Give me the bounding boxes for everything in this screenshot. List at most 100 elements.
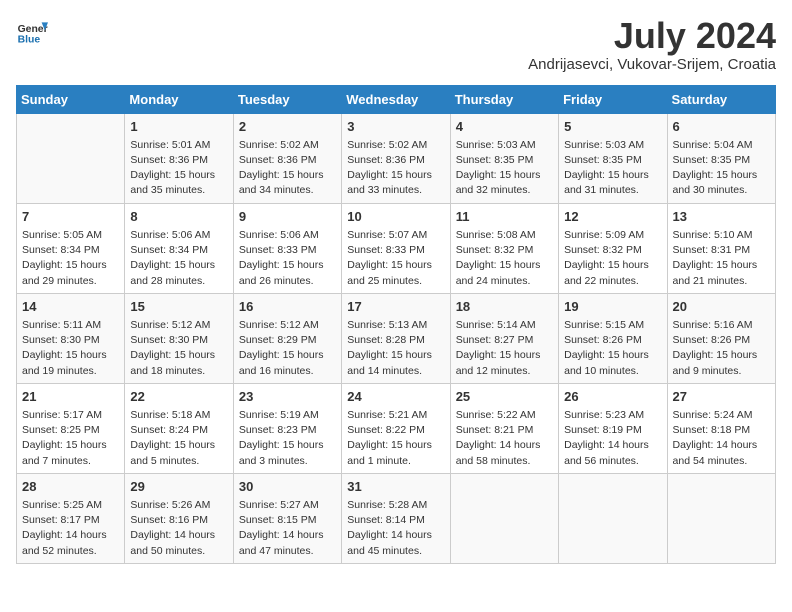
- day-info: Sunrise: 5:02 AM Sunset: 8:36 PM Dayligh…: [347, 138, 444, 199]
- calendar-cell: 27 Sunrise: 5:24 AM Sunset: 8:18 PM Dayli…: [667, 383, 775, 473]
- day-header-wednesday: Wednesday: [342, 85, 450, 113]
- calendar-cell: 23Sunrise: 5:19 AM Sunset: 8:23 PM Dayli…: [233, 383, 341, 473]
- day-info: Sunrise: 5:26 AM Sunset: 8:16 PM Dayligh…: [130, 498, 227, 559]
- day-header-monday: Monday: [125, 85, 233, 113]
- day-number: 27: [673, 388, 770, 406]
- day-info: Sunrise: 5:06 AM Sunset: 8:33 PM Dayligh…: [239, 228, 336, 289]
- day-number: 19: [564, 298, 661, 316]
- calendar-cell: 21 Sunrise: 5:17 AM Sunset: 8:25 PM Dayli…: [17, 383, 125, 473]
- day-header-sunday: Sunday: [17, 85, 125, 113]
- day-number: 22: [130, 388, 227, 406]
- day-number: 25: [456, 388, 553, 406]
- day-header-thursday: Thursday: [450, 85, 558, 113]
- calendar-cell: 3 Sunrise: 5:02 AM Sunset: 8:36 PM Daylig…: [342, 113, 450, 203]
- day-number: 4: [456, 118, 553, 136]
- day-number: 30: [239, 478, 336, 496]
- week-row-1: 7 Sunrise: 5:05 AM Sunset: 8:34 PM Daylig…: [17, 203, 776, 293]
- calendar-cell: 26 Sunrise: 5:23 AM Sunset: 8:19 PM Dayli…: [559, 383, 667, 473]
- day-number: 16: [239, 298, 336, 316]
- day-number: 15: [130, 298, 227, 316]
- day-info: Sunrise: 5:07 AM Sunset: 8:33 PM Dayligh…: [347, 228, 444, 289]
- day-info: Sunrise: 5:10 AM Sunset: 8:31 PM Dayligh…: [673, 228, 770, 289]
- day-info: Sunrise: 5:28 AM Sunset: 8:14 PM Dayligh…: [347, 498, 444, 559]
- day-info: Sunrise: 5:06 AM Sunset: 8:34 PM Dayligh…: [130, 228, 227, 289]
- calendar-cell: 16 Sunrise: 5:12 AM Sunset: 8:29 PM Dayli…: [233, 293, 341, 383]
- calendar-cell: 5 Sunrise: 5:03 AM Sunset: 8:35 PM Daylig…: [559, 113, 667, 203]
- day-info: Sunrise: 5:21 AM Sunset: 8:22 PM Dayligh…: [347, 408, 444, 469]
- day-info: Sunrise: 5:15 AM Sunset: 8:26 PM Dayligh…: [564, 318, 661, 379]
- day-info: Sunrise: 5:09 AM Sunset: 8:32 PM Dayligh…: [564, 228, 661, 289]
- day-number: 2: [239, 118, 336, 136]
- calendar-cell: 29 Sunrise: 5:26 AM Sunset: 8:16 PM Dayli…: [125, 473, 233, 563]
- day-number: 9: [239, 208, 336, 226]
- calendar-cell: [559, 473, 667, 563]
- day-info: Sunrise: 5:03 AM Sunset: 8:35 PM Dayligh…: [564, 138, 661, 199]
- calendar-cell: 13 Sunrise: 5:10 AM Sunset: 8:31 PM Dayli…: [667, 203, 775, 293]
- day-number: 7: [22, 208, 119, 226]
- day-number: 14: [22, 298, 119, 316]
- svg-text:Blue: Blue: [18, 34, 41, 45]
- week-row-0: 1 Sunrise: 5:01 AM Sunset: 8:36 PM Daylig…: [17, 113, 776, 203]
- day-info: Sunrise: 5:11 AM Sunset: 8:30 PM Dayligh…: [22, 318, 119, 379]
- calendar-cell: 7 Sunrise: 5:05 AM Sunset: 8:34 PM Daylig…: [17, 203, 125, 293]
- day-number: 1: [130, 118, 227, 136]
- page-header: General Blue July 2024 Andrijasevci, Vuk…: [16, 16, 776, 73]
- logo: General Blue: [16, 16, 48, 48]
- day-info: Sunrise: 5:02 AM Sunset: 8:36 PM Dayligh…: [239, 138, 336, 199]
- day-info: Sunrise: 5:05 AM Sunset: 8:34 PM Dayligh…: [22, 228, 119, 289]
- calendar-table: SundayMondayTuesdayWednesdayThursdayFrid…: [16, 85, 776, 564]
- logo-icon: General Blue: [16, 16, 48, 48]
- calendar-cell: 14 Sunrise: 5:11 AM Sunset: 8:30 PM Dayli…: [17, 293, 125, 383]
- day-info: Sunrise: 5:12 AM Sunset: 8:30 PM Dayligh…: [130, 318, 227, 379]
- calendar-cell: 6Sunrise: 5:04 AM Sunset: 8:35 PM Daylig…: [667, 113, 775, 203]
- week-row-2: 14 Sunrise: 5:11 AM Sunset: 8:30 PM Dayli…: [17, 293, 776, 383]
- day-header-friday: Friday: [559, 85, 667, 113]
- day-info: Sunrise: 5:24 AM Sunset: 8:18 PM Dayligh…: [673, 408, 770, 469]
- calendar-cell: 24 Sunrise: 5:21 AM Sunset: 8:22 PM Dayli…: [342, 383, 450, 473]
- day-info: Sunrise: 5:23 AM Sunset: 8:19 PM Dayligh…: [564, 408, 661, 469]
- day-number: 24: [347, 388, 444, 406]
- day-info: Sunrise: 5:12 AM Sunset: 8:29 PM Dayligh…: [239, 318, 336, 379]
- day-info: Sunrise: 5:25 AM Sunset: 8:17 PM Dayligh…: [22, 498, 119, 559]
- day-info: Sunrise: 5:16 AM Sunset: 8:26 PM Dayligh…: [673, 318, 770, 379]
- calendar-cell: 30 Sunrise: 5:27 AM Sunset: 8:15 PM Dayli…: [233, 473, 341, 563]
- day-number: 13: [673, 208, 770, 226]
- calendar-cell: 18Sunrise: 5:14 AM Sunset: 8:27 PM Dayli…: [450, 293, 558, 383]
- day-info: Sunrise: 5:04 AM Sunset: 8:35 PM Dayligh…: [673, 138, 770, 199]
- day-number: 28: [22, 478, 119, 496]
- calendar-cell: 10 Sunrise: 5:07 AM Sunset: 8:33 PM Dayli…: [342, 203, 450, 293]
- calendar-cell: 12Sunrise: 5:09 AM Sunset: 8:32 PM Dayli…: [559, 203, 667, 293]
- header-row: SundayMondayTuesdayWednesdayThursdayFrid…: [17, 85, 776, 113]
- day-number: 26: [564, 388, 661, 406]
- day-number: 3: [347, 118, 444, 136]
- calendar-cell: 1 Sunrise: 5:01 AM Sunset: 8:36 PM Daylig…: [125, 113, 233, 203]
- day-info: Sunrise: 5:14 AM Sunset: 8:27 PM Dayligh…: [456, 318, 553, 379]
- calendar-cell: [450, 473, 558, 563]
- calendar-cell: 8Sunrise: 5:06 AM Sunset: 8:34 PM Daylig…: [125, 203, 233, 293]
- day-info: Sunrise: 5:08 AM Sunset: 8:32 PM Dayligh…: [456, 228, 553, 289]
- day-info: Sunrise: 5:18 AM Sunset: 8:24 PM Dayligh…: [130, 408, 227, 469]
- day-number: 31: [347, 478, 444, 496]
- calendar-cell: 20Sunrise: 5:16 AM Sunset: 8:26 PM Dayli…: [667, 293, 775, 383]
- day-info: Sunrise: 5:17 AM Sunset: 8:25 PM Dayligh…: [22, 408, 119, 469]
- day-number: 5: [564, 118, 661, 136]
- day-number: 29: [130, 478, 227, 496]
- location: Andrijasevci, Vukovar-Srijem, Croatia: [528, 56, 776, 73]
- calendar-cell: 19 Sunrise: 5:15 AM Sunset: 8:26 PM Dayli…: [559, 293, 667, 383]
- calendar-cell: 11 Sunrise: 5:08 AM Sunset: 8:32 PM Dayli…: [450, 203, 558, 293]
- week-row-4: 28 Sunrise: 5:25 AM Sunset: 8:17 PM Dayli…: [17, 473, 776, 563]
- calendar-cell: 2 Sunrise: 5:02 AM Sunset: 8:36 PM Daylig…: [233, 113, 341, 203]
- calendar-cell: 9 Sunrise: 5:06 AM Sunset: 8:33 PM Daylig…: [233, 203, 341, 293]
- month-year: July 2024: [528, 16, 776, 56]
- day-number: 23: [239, 388, 336, 406]
- day-number: 21: [22, 388, 119, 406]
- day-info: Sunrise: 5:01 AM Sunset: 8:36 PM Dayligh…: [130, 138, 227, 199]
- day-header-saturday: Saturday: [667, 85, 775, 113]
- day-number: 10: [347, 208, 444, 226]
- calendar-cell: [667, 473, 775, 563]
- day-info: Sunrise: 5:27 AM Sunset: 8:15 PM Dayligh…: [239, 498, 336, 559]
- calendar-cell: 25 Sunrise: 5:22 AM Sunset: 8:21 PM Dayli…: [450, 383, 558, 473]
- day-number: 11: [456, 208, 553, 226]
- day-info: Sunrise: 5:22 AM Sunset: 8:21 PM Dayligh…: [456, 408, 553, 469]
- calendar-cell: 4Sunrise: 5:03 AM Sunset: 8:35 PM Daylig…: [450, 113, 558, 203]
